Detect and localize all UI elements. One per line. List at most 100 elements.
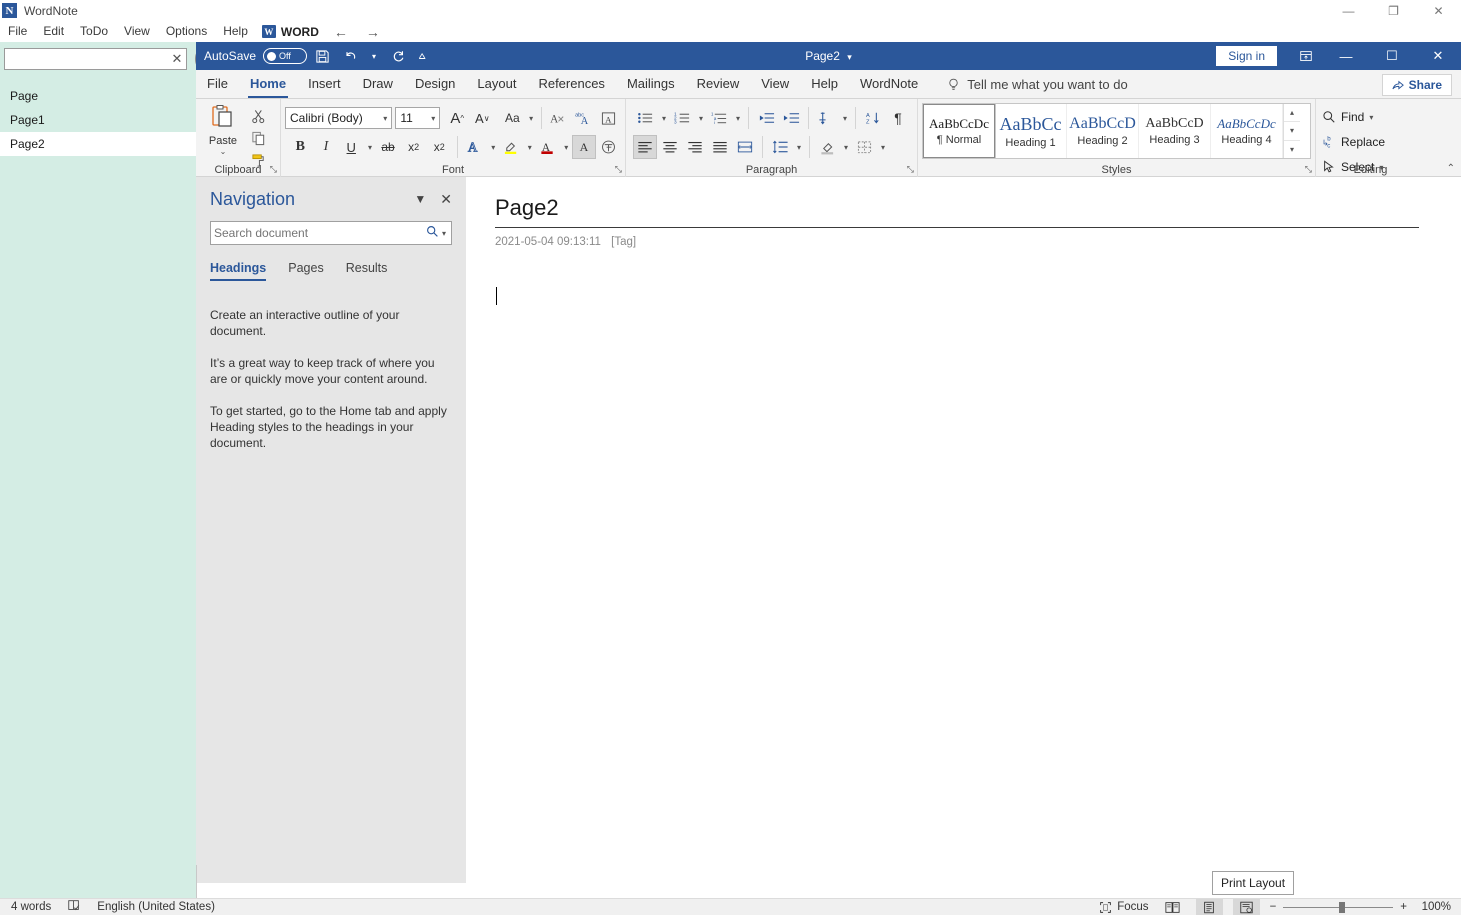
- sort-az-icon[interactable]: AZ: [861, 106, 885, 130]
- text-effects-caret-icon[interactable]: ▾: [489, 143, 498, 152]
- word-maximize-icon[interactable]: ☐: [1369, 42, 1415, 70]
- tell-me-search[interactable]: Tell me what you want to do: [947, 70, 1127, 98]
- font-color-caret-icon[interactable]: ▾: [561, 143, 570, 152]
- bullets-caret-icon[interactable]: ▾: [659, 114, 669, 123]
- navigation-search-caret-icon[interactable]: ▾: [442, 229, 448, 238]
- nav-tab-headings[interactable]: Headings: [210, 261, 266, 281]
- tab-wordnote[interactable]: WordNote: [849, 70, 929, 98]
- undo-caret-icon[interactable]: ▾: [365, 44, 383, 68]
- menu-edit[interactable]: Edit: [35, 21, 72, 42]
- styles-scroll-up-icon[interactable]: ▴: [1284, 104, 1300, 122]
- numbering-icon[interactable]: 123: [670, 106, 694, 130]
- underline-caret-icon[interactable]: ▾: [365, 143, 374, 152]
- app-minimize-icon[interactable]: —: [1326, 0, 1371, 21]
- styles-scroll-down-icon[interactable]: ▾: [1284, 122, 1300, 140]
- character-border-icon[interactable]: A: [597, 106, 621, 130]
- view-read-mode-icon[interactable]: [1159, 899, 1186, 915]
- menu-options[interactable]: Options: [158, 21, 215, 42]
- sort-caret-icon[interactable]: ▾: [840, 114, 850, 123]
- word-minimize-icon[interactable]: —: [1323, 42, 1369, 70]
- menu-view[interactable]: View: [116, 21, 158, 42]
- line-spacing-caret-icon[interactable]: ▾: [794, 143, 804, 152]
- menu-todo[interactable]: ToDo: [72, 21, 116, 42]
- view-web-layout-icon[interactable]: [1233, 899, 1260, 915]
- app-close-icon[interactable]: ✕: [1416, 0, 1461, 21]
- view-print-layout-icon[interactable]: [1196, 899, 1223, 915]
- zoom-out-button[interactable]: −: [1270, 901, 1277, 913]
- document-title-caret-icon[interactable]: ▾: [847, 52, 852, 62]
- text-shading-icon[interactable]: A: [572, 135, 596, 159]
- navigation-options-icon[interactable]: ▼: [414, 192, 426, 206]
- tab-design[interactable]: Design: [404, 70, 466, 98]
- undo-icon[interactable]: [337, 44, 363, 68]
- customize-qat-icon[interactable]: ⩟: [413, 44, 431, 68]
- save-icon[interactable]: [309, 44, 335, 68]
- grow-font-icon[interactable]: A^: [445, 106, 469, 130]
- tab-insert[interactable]: Insert: [297, 70, 352, 98]
- zoom-slider[interactable]: − +: [1270, 901, 1407, 913]
- chevron-down-icon[interactable]: ▾: [379, 114, 391, 123]
- tab-layout[interactable]: Layout: [466, 70, 527, 98]
- proofing-icon[interactable]: [67, 899, 81, 915]
- document-tag[interactable]: [Tag]: [611, 236, 636, 248]
- strikethrough-icon[interactable]: ab: [376, 135, 401, 159]
- styles-more-icon[interactable]: ▾: [1284, 141, 1300, 158]
- highlight-caret-icon[interactable]: ▾: [525, 143, 534, 152]
- show-formatting-marks-icon[interactable]: ¶: [886, 106, 910, 130]
- menu-word-button[interactable]: W WORD: [256, 21, 325, 42]
- find-button[interactable]: Find ▾: [1320, 107, 1421, 127]
- tab-review[interactable]: Review: [686, 70, 751, 98]
- ribbon-display-options-icon[interactable]: [1289, 42, 1323, 70]
- tab-home[interactable]: Home: [239, 70, 297, 98]
- tab-mailings[interactable]: Mailings: [616, 70, 686, 98]
- zoom-handle[interactable]: [1339, 902, 1345, 913]
- forward-arrow-icon[interactable]: →: [357, 24, 389, 40]
- shading-caret-icon[interactable]: ▾: [841, 143, 851, 152]
- change-case-caret-icon[interactable]: ▾: [526, 114, 536, 123]
- change-case-icon[interactable]: Aa: [500, 106, 524, 130]
- autosave-toggle[interactable]: Off: [263, 48, 307, 64]
- styles-dialog-launcher-icon[interactable]: ⤡: [1305, 164, 1312, 175]
- style-heading-4[interactable]: AaBbCcDc Heading 4: [1211, 104, 1283, 158]
- list-item[interactable]: Page1: [0, 108, 196, 132]
- superscript-icon[interactable]: x2: [427, 135, 452, 159]
- style-normal[interactable]: AaBbCcDc ¶ Normal: [923, 104, 995, 158]
- zoom-level[interactable]: 100%: [1417, 901, 1451, 913]
- underline-icon[interactable]: U: [339, 135, 363, 159]
- numbering-caret-icon[interactable]: ▾: [696, 114, 706, 123]
- align-right-icon[interactable]: [683, 135, 707, 159]
- navigation-search-box[interactable]: ▾: [210, 221, 452, 245]
- paste-button[interactable]: Paste ⌄: [200, 104, 246, 170]
- sign-in-button[interactable]: Sign in: [1216, 46, 1277, 66]
- italic-icon[interactable]: I: [314, 135, 339, 159]
- borders-icon[interactable]: [852, 135, 876, 159]
- tab-file[interactable]: File: [196, 70, 239, 98]
- word-count[interactable]: 4 words: [11, 901, 51, 913]
- clipboard-dialog-launcher-icon[interactable]: ⤡: [270, 164, 277, 175]
- zoom-in-button[interactable]: +: [1400, 901, 1407, 913]
- font-dialog-launcher-icon[interactable]: ⤡: [615, 164, 622, 175]
- language-label[interactable]: English (United States): [97, 901, 215, 913]
- list-item[interactable]: Page2: [0, 132, 196, 156]
- back-arrow-icon[interactable]: ←: [325, 24, 357, 40]
- bullets-icon[interactable]: [633, 106, 657, 130]
- align-center-icon[interactable]: [658, 135, 682, 159]
- focus-button[interactable]: Focus: [1099, 901, 1148, 914]
- paragraph-dialog-launcher-icon[interactable]: ⤡: [907, 164, 914, 175]
- subscript-icon[interactable]: x2: [401, 135, 426, 159]
- clear-formatting-icon[interactable]: A: [547, 106, 571, 130]
- collapse-ribbon-icon[interactable]: ⌃: [1447, 163, 1455, 174]
- highlight-color-icon[interactable]: [499, 135, 523, 159]
- word-close-icon[interactable]: ✕: [1415, 42, 1461, 70]
- tab-references[interactable]: References: [527, 70, 615, 98]
- align-left-icon[interactable]: [633, 135, 657, 159]
- cut-icon[interactable]: [246, 106, 270, 126]
- menu-file[interactable]: File: [0, 21, 35, 42]
- app-maximize-icon[interactable]: ❐: [1371, 0, 1416, 21]
- character-shading-icon[interactable]: [597, 135, 621, 159]
- share-button[interactable]: Share: [1382, 74, 1452, 96]
- shading-icon[interactable]: [815, 135, 839, 159]
- redo-icon[interactable]: [385, 44, 411, 68]
- style-heading-3[interactable]: AaBbCcD Heading 3: [1139, 104, 1211, 158]
- search-icon[interactable]: [423, 225, 442, 241]
